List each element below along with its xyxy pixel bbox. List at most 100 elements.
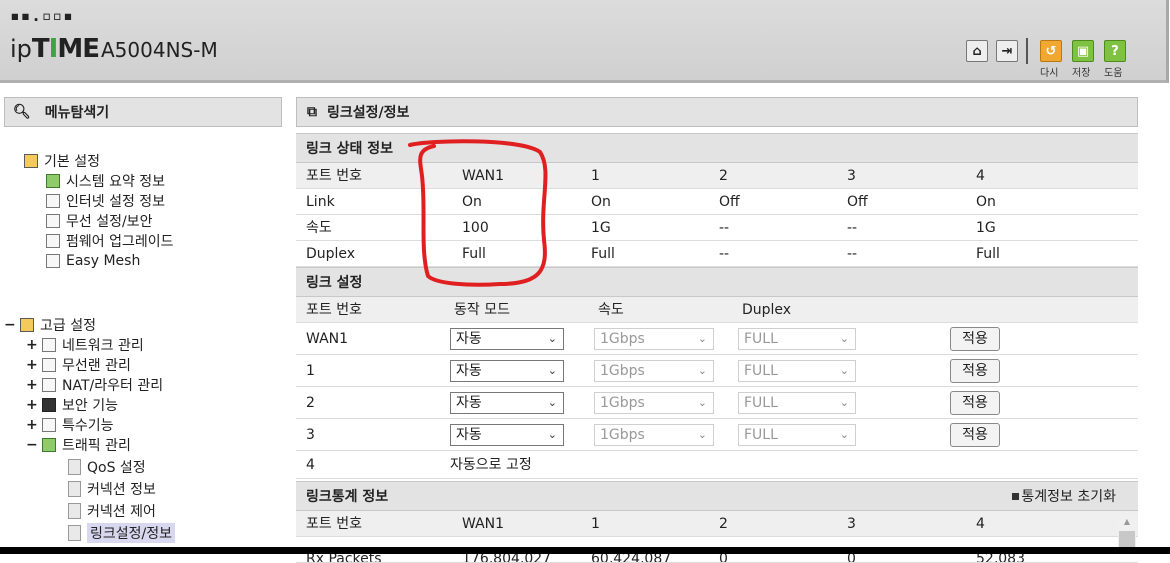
page-icon <box>68 525 81 541</box>
speed-select: 1Gbps ⌄ <box>594 360 714 382</box>
page-title-bar: ⧉ 링크설정/정보 <box>296 97 1138 127</box>
scroll-up-arrow-icon[interactable]: ▲ <box>1118 515 1136 529</box>
page-icon <box>68 481 81 497</box>
top-header: ▪▪.▫▫▪ ipTIME A5004NS-M ⌂ ⇥ ↺ ▣ ? 다시 저장 도… <box>0 0 1169 83</box>
duplex-select: FULL ⌄ <box>738 392 856 414</box>
header-cell: 1 <box>591 516 600 532</box>
save-icon[interactable]: ▣ <box>1072 40 1094 62</box>
stats-header-row: 포트 번호 WAN1 1 2 3 4 <box>296 511 1138 537</box>
tree-item-special[interactable]: + 특수기능 <box>26 415 114 435</box>
tree-item-qos[interactable]: QoS 설정 <box>68 457 146 477</box>
tree-item-wlan[interactable]: + 무선랜 관리 <box>26 355 131 375</box>
header-cell: 3 <box>847 168 856 184</box>
table-cell: Full <box>976 246 1000 262</box>
tree-item-internet-info[interactable]: 인터넷 설정 정보 <box>46 191 165 211</box>
mode-select[interactable]: 자동 ⌄ <box>450 392 564 414</box>
tree-item-wireless-security[interactable]: 무선 설정/보안 <box>46 211 152 231</box>
tree-item-firmware-upgrade[interactable]: 펌웨어 업그레이드 <box>46 231 174 251</box>
collapse-toggle[interactable]: − <box>4 317 16 333</box>
bottom-edge <box>0 547 1170 554</box>
tree-item-connection-info[interactable]: 커넥션 정보 <box>68 479 156 499</box>
table-cell: Duplex <box>306 246 356 262</box>
chevron-down-icon: ⌄ <box>839 396 849 409</box>
expand-toggle[interactable]: + <box>26 357 38 373</box>
page-icon <box>68 459 81 475</box>
collapse-toggle[interactable]: − <box>26 437 38 453</box>
tree-item-link-settings[interactable]: 링크설정/정보 <box>68 523 175 543</box>
mode-select[interactable]: 자동 ⌄ <box>450 328 564 350</box>
chevron-down-icon: ⌄ <box>839 332 849 345</box>
brand-logo: ipTIME A5004NS-M <box>10 34 218 64</box>
table-cell: On <box>976 194 996 210</box>
tree-advanced-settings[interactable]: − 고급 설정 <box>4 315 96 335</box>
logout-icon[interactable]: ⇥ <box>996 40 1018 62</box>
header-cell: 2 <box>719 168 728 184</box>
tree-item-traffic[interactable]: − 트래픽 관리 <box>26 435 131 455</box>
status-row-speed: 속도 100 1G -- -- 1G <box>296 215 1138 241</box>
table-cell: Link <box>306 194 335 210</box>
chart-icon <box>46 174 60 188</box>
save-label[interactable]: 저장 <box>1072 64 1090 79</box>
header-cell: 포트 번호 <box>306 168 362 184</box>
expand-toggle[interactable]: + <box>26 377 38 393</box>
wireless-icon <box>46 214 60 228</box>
header-cell: WAN1 <box>462 168 505 184</box>
header-cell: 4 <box>976 168 985 184</box>
header-cell: 1 <box>591 168 600 184</box>
port-label: WAN1 <box>306 331 349 347</box>
tree-item-easy-mesh[interactable]: Easy Mesh <box>46 251 140 271</box>
window-icon: ⧉ <box>307 104 317 120</box>
table-cell: Off <box>719 194 740 210</box>
table-cell: Full <box>591 246 615 262</box>
reset-stats-link[interactable]: 통계정보 초기화 <box>1012 482 1116 512</box>
expand-toggle[interactable]: + <box>26 397 38 413</box>
chevron-down-icon: ⌄ <box>547 364 557 377</box>
page-title: 링크설정/정보 <box>327 105 410 121</box>
logo-dots: ▪▪.▫▫▪ <box>10 6 74 25</box>
header-cell: 동작 모드 <box>454 302 510 318</box>
mode-select[interactable]: 자동 ⌄ <box>450 424 564 446</box>
redo-icon[interactable]: ↺ <box>1040 40 1062 62</box>
chevron-down-icon: ⌄ <box>839 364 849 377</box>
section-link-stats: 링크통계 정보 통계정보 초기화 <box>296 481 1138 511</box>
apply-button[interactable]: 적용 <box>950 359 1000 383</box>
tree-basic-settings[interactable]: 기본 설정 <box>24 151 100 171</box>
settings-header-row: 포트 번호 동작 모드 속도 Duplex <box>296 297 1138 323</box>
tree-item-security[interactable]: + 보안 기능 <box>26 395 118 415</box>
menu-tree: 기본 설정 시스템 요약 정보 인터넷 설정 정보 무선 설정/보안 펌웨어 업… <box>0 97 286 554</box>
chevron-down-icon: ⌄ <box>697 428 707 441</box>
redo-label[interactable]: 다시 <box>1040 64 1058 79</box>
header-cell: 2 <box>719 516 728 532</box>
table-cell: Full <box>462 246 486 262</box>
tree-item-nat-router[interactable]: + NAT/라우터 관리 <box>26 375 163 395</box>
help-icon[interactable]: ? <box>1104 40 1126 62</box>
monitor-icon <box>46 194 60 208</box>
table-cell: Off <box>847 194 868 210</box>
chevron-down-icon: ⌄ <box>547 396 557 409</box>
settings-row-port2: 2 자동 ⌄ 1Gbps ⌄ FULL ⌄ 적용 <box>296 387 1138 419</box>
port-label: 2 <box>306 395 315 411</box>
header-cell: 포트 번호 <box>306 302 362 318</box>
home-icon[interactable]: ⌂ <box>966 40 988 62</box>
mode-select[interactable]: 자동 ⌄ <box>450 360 564 382</box>
tree-item-connection-control[interactable]: 커넥션 제어 <box>68 501 156 521</box>
help-label[interactable]: 도움 <box>1104 64 1122 79</box>
expand-toggle[interactable]: + <box>26 337 38 353</box>
expand-toggle[interactable]: + <box>26 417 38 433</box>
section-link-status: 링크 상태 정보 <box>296 133 1138 163</box>
speed-select: 1Gbps ⌄ <box>594 328 714 350</box>
header-cell: 3 <box>847 516 856 532</box>
table-cell: 100 <box>462 220 489 236</box>
chevron-down-icon: ⌄ <box>697 396 707 409</box>
header-cell: 속도 <box>598 302 624 318</box>
table-cell: 1G <box>976 220 996 236</box>
table-cell: -- <box>719 246 730 262</box>
apply-button[interactable]: 적용 <box>950 327 1000 351</box>
apply-button[interactable]: 적용 <box>950 391 1000 415</box>
apply-button[interactable]: 적용 <box>950 423 1000 447</box>
tree-item-system-summary[interactable]: 시스템 요약 정보 <box>46 171 165 191</box>
special-icon <box>42 418 56 432</box>
speed-select: 1Gbps ⌄ <box>594 392 714 414</box>
tree-item-network[interactable]: + 네트워크 관리 <box>26 335 144 355</box>
header-cell: 4 <box>976 516 985 532</box>
